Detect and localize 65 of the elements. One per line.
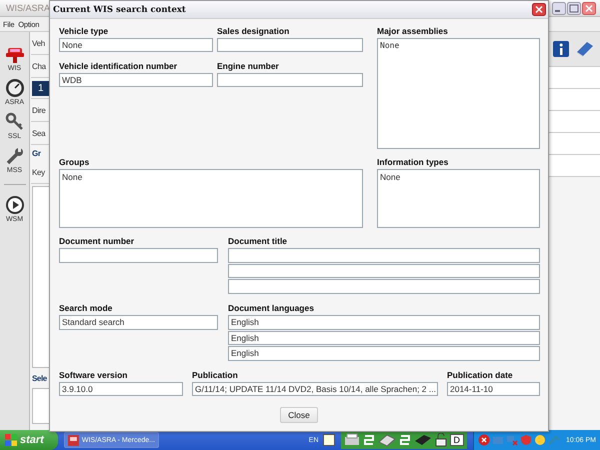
field-label: Publication date — [447, 369, 514, 382]
input-field[interactable]: English — [228, 346, 540, 361]
field-label: Vehicle type — [59, 25, 110, 38]
list-row[interactable] — [548, 155, 600, 177]
text-area[interactable]: None — [59, 169, 363, 228]
field-label: Software version — [59, 369, 128, 382]
app-icon — [68, 434, 79, 446]
info-icon[interactable] — [552, 40, 570, 58]
section-heading: Gr — [32, 148, 41, 158]
book-icon[interactable] — [575, 40, 595, 58]
field-label: Information types — [377, 156, 450, 169]
wrench-icon[interactable] — [4, 146, 24, 166]
input-field[interactable] — [217, 38, 363, 52]
close-icon[interactable] — [532, 3, 546, 16]
input-field[interactable]: 2014-11-10 — [447, 382, 540, 396]
input-field[interactable]: English — [228, 330, 540, 346]
minimize-icon[interactable] — [552, 2, 566, 14]
input-field[interactable]: None — [59, 38, 213, 52]
printer-icon[interactable] — [344, 433, 360, 447]
field-label: Vehicle identification number — [59, 60, 178, 72]
input-field[interactable] — [59, 248, 218, 263]
gauge-icon[interactable] — [4, 78, 24, 98]
list-row[interactable] — [548, 67, 600, 89]
input-field[interactable] — [228, 248, 540, 262]
field-label: Document number — [59, 235, 136, 248]
warning-icon[interactable] — [534, 434, 546, 446]
input-field[interactable]: 3.9.10.0 — [59, 382, 183, 396]
row-label: Sea — [32, 128, 46, 138]
play-icon[interactable] — [4, 195, 24, 215]
row-label: Cha — [32, 62, 46, 70]
field-label: Major assemblies — [377, 25, 449, 38]
field-label: Document languages — [228, 302, 315, 315]
list-row[interactable] — [548, 111, 600, 133]
field-label: Search mode — [59, 302, 114, 315]
row-label: Key — [32, 168, 45, 176]
dialog-title: Current WIS search context — [53, 4, 186, 14]
window-title: WIS/ASRA — [6, 3, 50, 13]
row-label: Dire — [32, 106, 46, 114]
close-button[interactable]: Close — [280, 407, 318, 423]
input-field[interactable]: English — [228, 314, 540, 330]
field-label: Sales designation — [217, 25, 290, 38]
windows-logo-icon — [5, 434, 17, 446]
lock-icon[interactable] — [434, 433, 448, 447]
input-field[interactable]: Standard search — [59, 315, 218, 330]
list-row[interactable] — [548, 89, 600, 111]
field-label: Document title — [228, 235, 288, 248]
input-field[interactable] — [217, 72, 363, 87]
close-icon[interactable] — [582, 2, 596, 14]
key-icon[interactable] — [4, 112, 24, 132]
row-label: Veh — [32, 38, 45, 48]
input-field[interactable]: WDB — [59, 72, 213, 87]
input-field[interactable] — [228, 279, 540, 294]
field-label: Engine number — [217, 60, 280, 72]
input-field[interactable] — [228, 264, 540, 278]
field-label: Groups — [59, 156, 90, 169]
list-row[interactable] — [548, 133, 600, 155]
field-label: Publication — [192, 369, 239, 382]
maximize-icon[interactable] — [567, 2, 581, 14]
drive-button[interactable]: D — [450, 434, 464, 446]
text-area[interactable]: None — [377, 38, 540, 149]
section-heading: Sele — [32, 374, 47, 382]
text-area[interactable]: None — [377, 169, 540, 228]
input-field[interactable]: G/11/14; UPDATE 11/14 DVD2, Basis 10/14, alle Sprachen; 2 ... — [192, 382, 438, 396]
error-icon[interactable] — [478, 434, 490, 446]
tab[interactable]: 1 — [32, 80, 50, 96]
